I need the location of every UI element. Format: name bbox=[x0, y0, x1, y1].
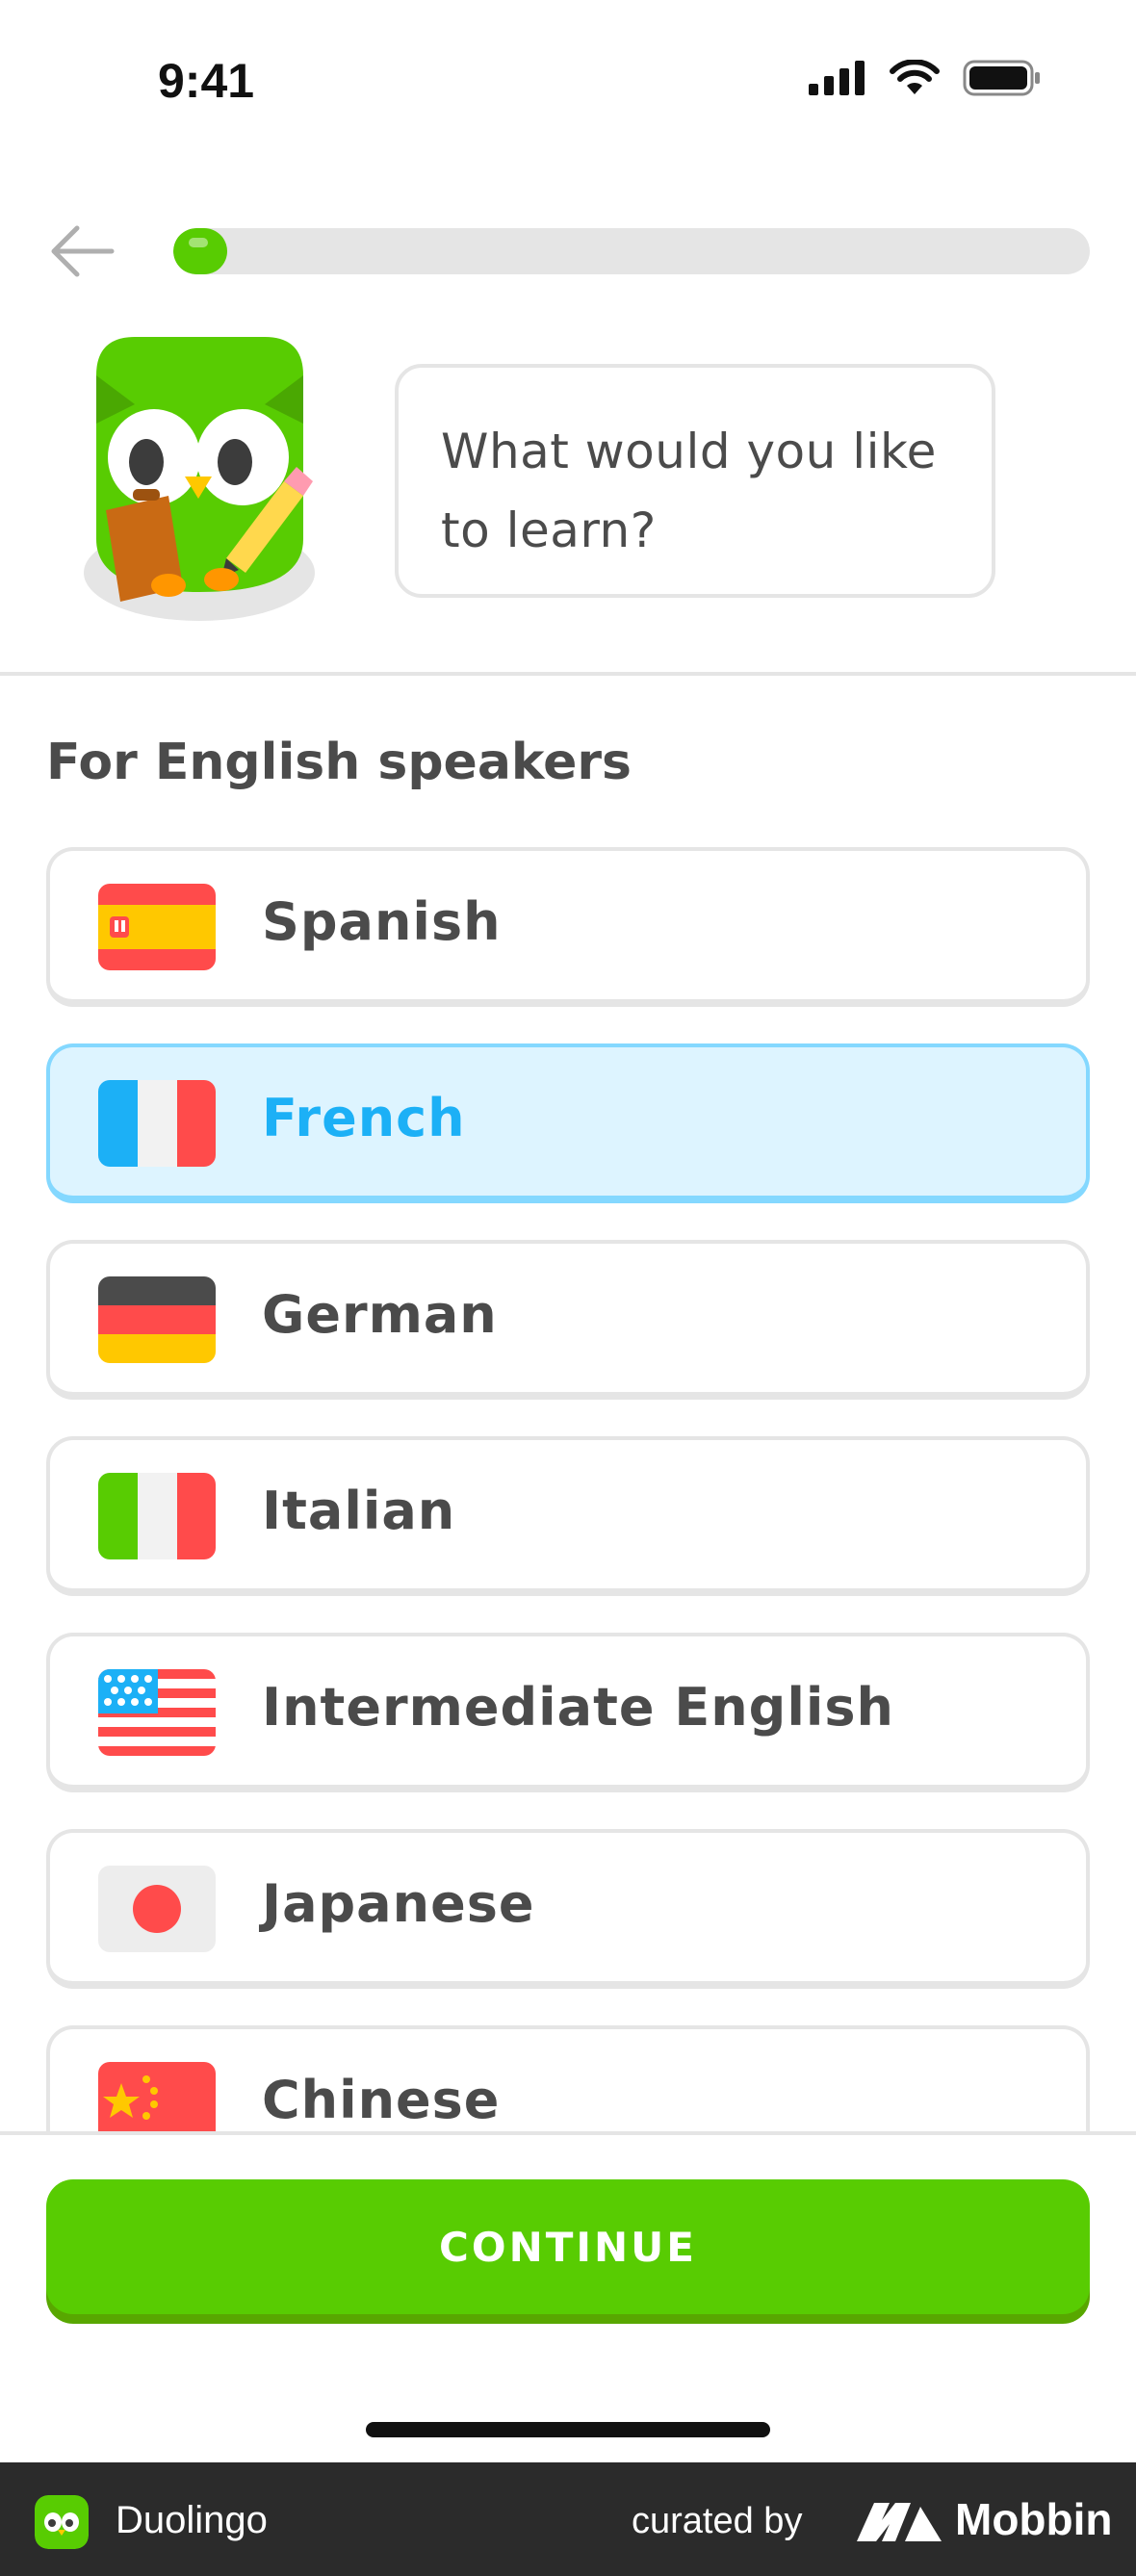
mobbin-brand: Mobbin bbox=[955, 2494, 1113, 2544]
brand-bar: Duolingo curated by Mobbin bbox=[0, 2462, 1136, 2576]
status-icons bbox=[809, 60, 1042, 96]
language-label: Spanish bbox=[262, 891, 502, 952]
header-divider bbox=[0, 672, 1136, 676]
duolingo-app-icon bbox=[35, 2495, 89, 2549]
language-option-german[interactable]: German bbox=[46, 1240, 1090, 1400]
language-option-french[interactable]: French bbox=[46, 1043, 1090, 1203]
continue-label: CONTINUE bbox=[439, 2223, 697, 2271]
cellular-signal-icon bbox=[809, 61, 865, 95]
japan-flag-icon bbox=[98, 1866, 216, 1952]
language-option-chinese[interactable]: Chinese bbox=[46, 2025, 1090, 2131]
language-label: Japanese bbox=[262, 1873, 535, 1934]
spain-flag-icon bbox=[98, 884, 216, 970]
language-option-japanese[interactable]: Japanese bbox=[46, 1829, 1090, 1989]
duo-owl-mascot bbox=[84, 337, 315, 621]
germany-flag-icon bbox=[98, 1276, 216, 1363]
back-button[interactable] bbox=[44, 214, 119, 289]
home-indicator[interactable] bbox=[366, 2422, 770, 2437]
language-label: German bbox=[262, 1284, 498, 1345]
progress-bar bbox=[173, 228, 1090, 274]
france-flag-icon bbox=[98, 1080, 216, 1167]
mobbin-logo-icon bbox=[857, 2503, 942, 2541]
wifi-icon bbox=[890, 60, 940, 94]
arrow-left-icon bbox=[51, 225, 115, 277]
language-label: Chinese bbox=[262, 2070, 501, 2130]
prompt-text: What would you like to learn? bbox=[441, 424, 937, 558]
language-label: Intermediate English bbox=[262, 1677, 894, 1738]
language-label: Italian bbox=[262, 1481, 456, 1541]
usa-flag-icon bbox=[98, 1669, 216, 1756]
footer-divider bbox=[0, 2131, 1136, 2135]
language-option-intermediate-english[interactable]: Intermediate English bbox=[46, 1633, 1090, 1792]
italy-flag-icon bbox=[98, 1473, 216, 1559]
china-flag-icon bbox=[98, 2062, 216, 2131]
battery-icon bbox=[963, 60, 1040, 96]
language-label: French bbox=[262, 1088, 466, 1148]
status-time: 9:41 bbox=[158, 54, 255, 108]
language-option-italian[interactable]: Italian bbox=[46, 1436, 1090, 1596]
progress-fill bbox=[173, 228, 227, 274]
continue-button[interactable]: CONTINUE bbox=[46, 2179, 1090, 2314]
language-option-spanish[interactable]: Spanish bbox=[46, 847, 1090, 1007]
section-title: For English speakers bbox=[46, 734, 632, 791]
curated-by-text: curated by bbox=[632, 2501, 803, 2541]
status-bar: 9:41 bbox=[0, 0, 1136, 164]
speech-bubble: What would you like to learn? bbox=[395, 364, 995, 598]
app-name: Duolingo bbox=[116, 2499, 268, 2541]
language-list[interactable]: Spanish French German Italian Intermedia… bbox=[0, 837, 1136, 2131]
